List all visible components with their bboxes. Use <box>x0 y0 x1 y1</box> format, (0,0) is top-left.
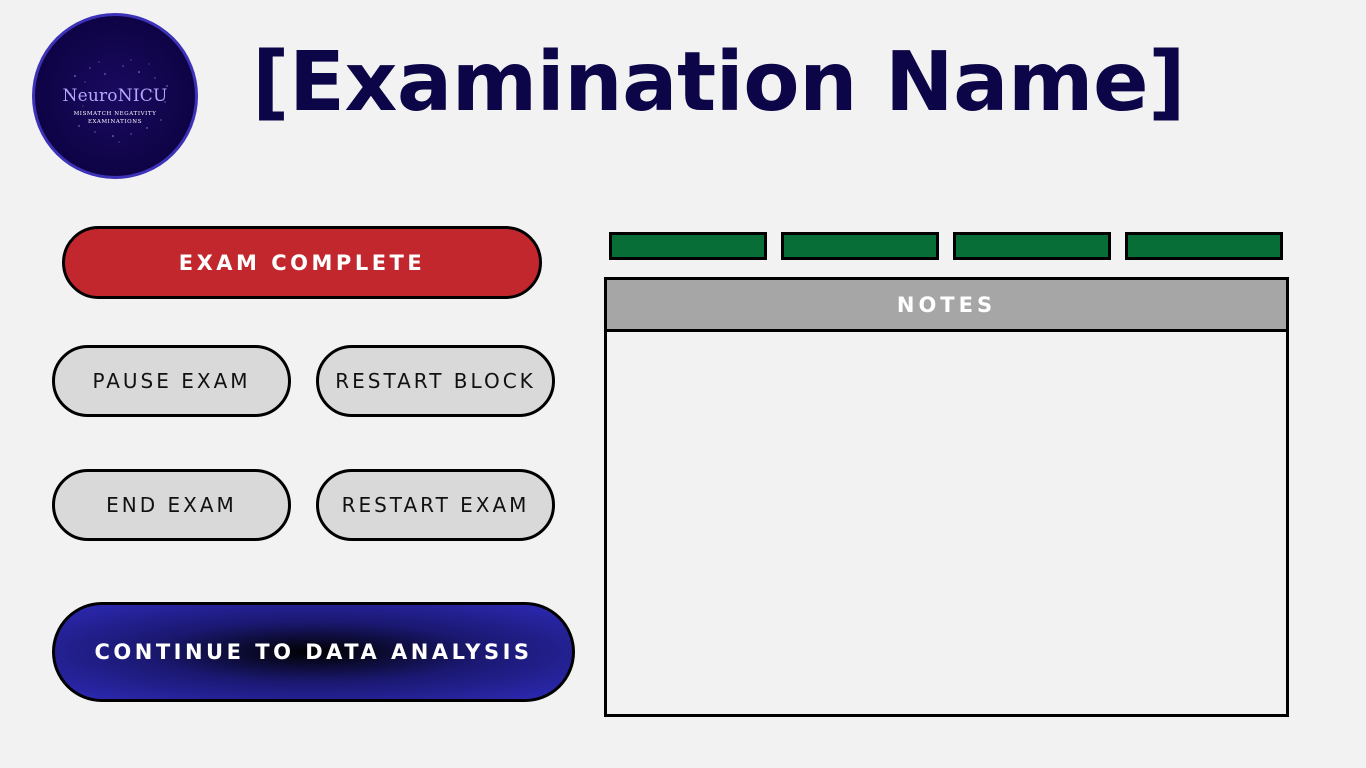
notes-textarea[interactable] <box>607 332 1286 714</box>
logo-subtitle-line1: MISMATCH NEGATIVITY <box>73 111 157 117</box>
end-exam-button[interactable]: END EXAM <box>52 469 291 541</box>
restart-exam-button[interactable]: RESTART EXAM <box>316 469 555 541</box>
exam-complete-button[interactable]: EXAM COMPLETE <box>62 226 542 299</box>
block-status-bar-2 <box>781 232 939 260</box>
block-status-bar-3 <box>953 232 1111 260</box>
logo-subtitle-line2: EXAMINATIONS <box>87 119 143 125</box>
page-title: [Examination Name] <box>252 35 1186 130</box>
neuronicu-logo: NeuroNICU MISMATCH NEGATIVITY EXAMINATIO… <box>32 13 198 179</box>
continue-to-data-analysis-button[interactable]: CONTINUE TO DATA ANALYSIS <box>52 602 575 702</box>
block-status-bar-1 <box>609 232 767 260</box>
notes-panel: NOTES <box>604 277 1289 717</box>
restart-block-button[interactable]: RESTART BLOCK <box>316 345 555 417</box>
block-status-bar-4 <box>1125 232 1283 260</box>
notes-header: NOTES <box>607 280 1286 332</box>
logo-title: NeuroNICU <box>62 86 168 106</box>
pause-exam-button[interactable]: PAUSE EXAM <box>52 345 291 417</box>
